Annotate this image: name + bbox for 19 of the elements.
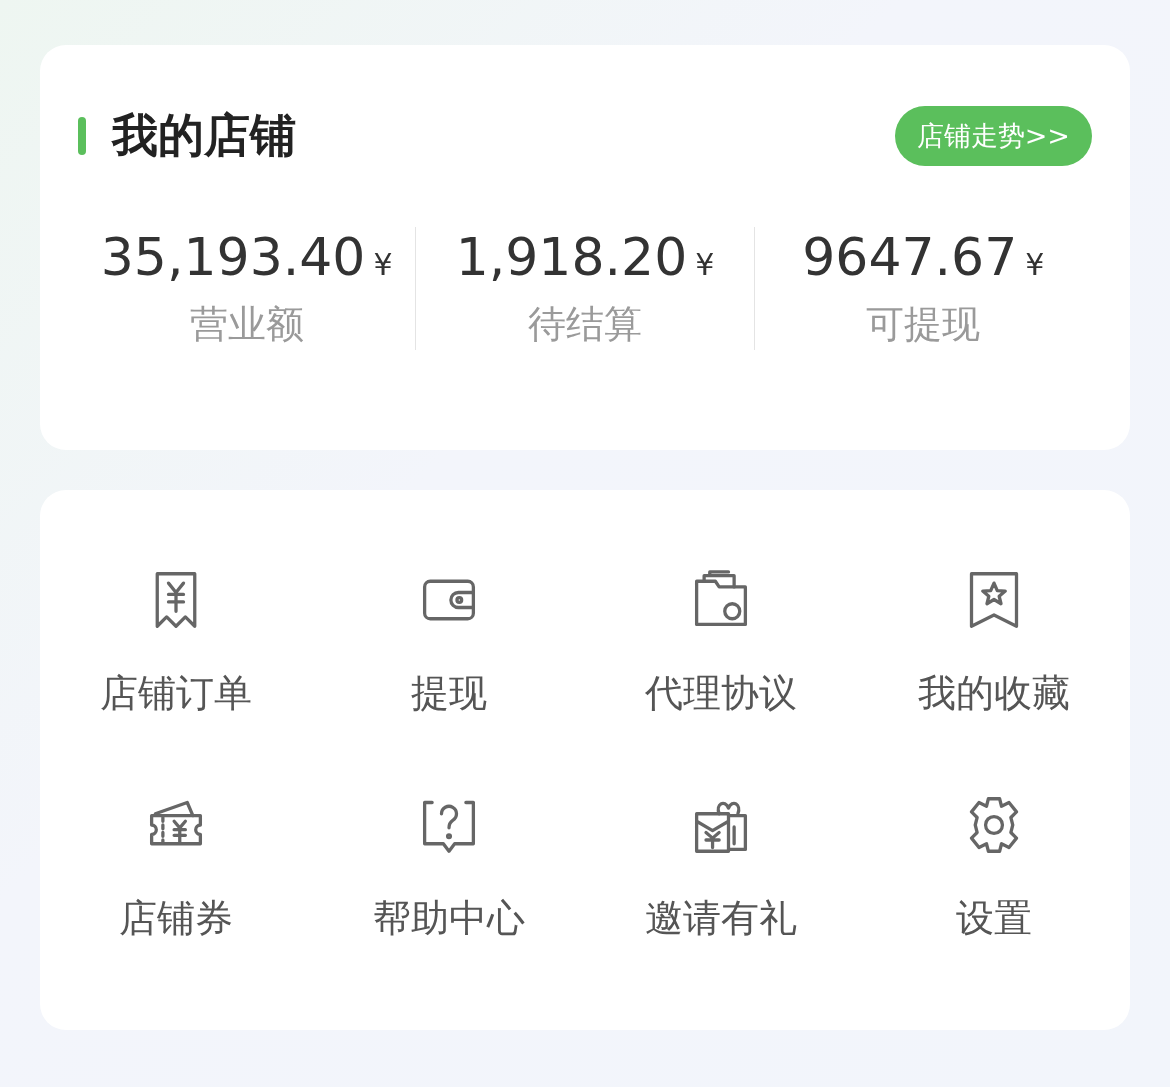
menu-item-label[interactable]: 提现 [410,668,487,719]
menu-item-label[interactable]: 代理协议 [645,668,798,719]
menu-item-label[interactable]: 我的收藏 [917,668,1070,719]
amount-value: 9647.67 [802,227,1018,287]
amount-value: 35,193.40 [100,227,366,287]
menu-item-label[interactable]: 邀请有礼 [645,893,798,944]
title-accent-bar [78,117,86,155]
amount-label: 待结算 [528,301,642,348]
amount-label: 可提现 [866,301,981,348]
amount-label: 营业额 [189,301,304,348]
currency-symbol: ¥ [373,247,393,282]
currency-symbol: ¥ [1025,247,1045,282]
currency-symbol: ¥ [695,247,715,282]
menu-item-label[interactable]: 设置 [955,893,1032,944]
amount-value: 1,918.20 [455,227,688,287]
menu-item-label[interactable]: 帮助中心 [372,893,525,944]
menu-item-label[interactable]: 店铺券 [119,893,234,944]
shop-title: 我的店铺 [112,107,296,164]
menu-item-label[interactable]: 店铺订单 [100,668,253,719]
